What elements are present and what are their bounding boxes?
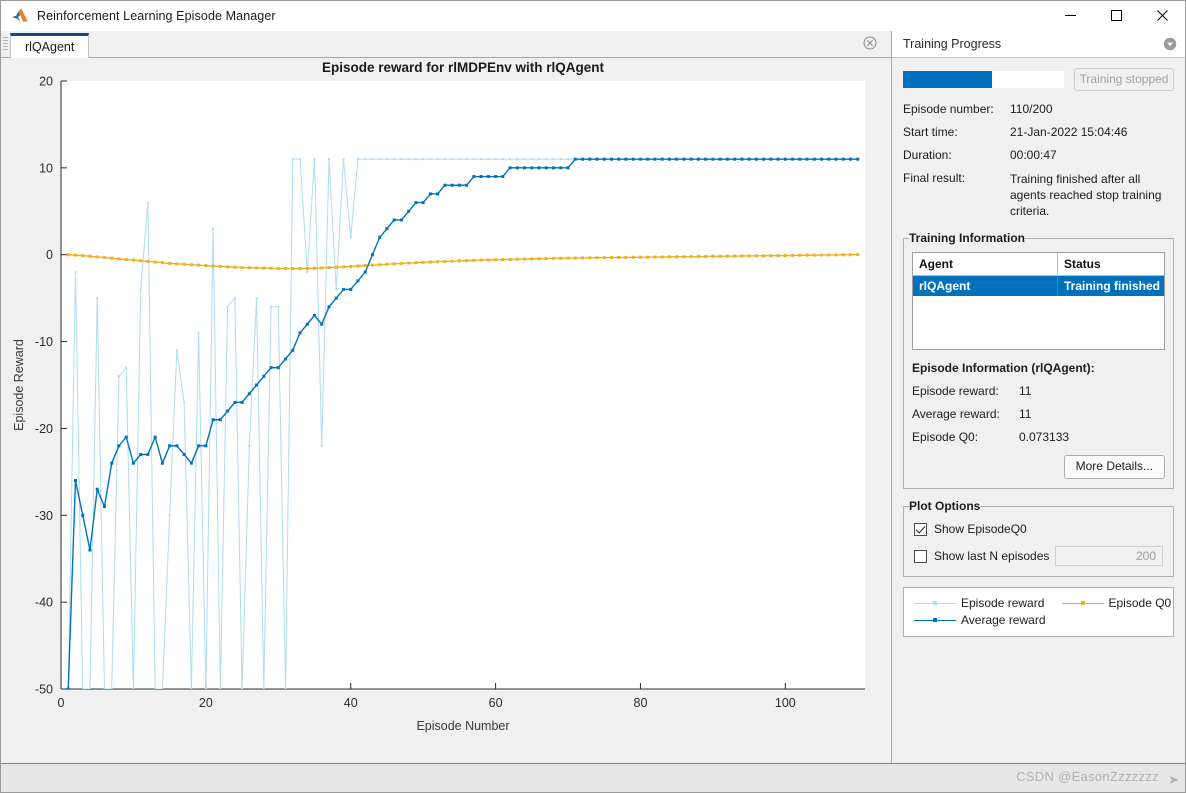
episode-number-label: Episode number:	[903, 102, 994, 116]
close-button[interactable]	[1139, 1, 1185, 30]
final-result-label: Final result:	[903, 171, 966, 185]
chart-svg: Episode reward for rlMDPEnv with rlQAgen…	[1, 58, 890, 760]
tab-drag-grip[interactable]	[1, 31, 10, 57]
cell-status: Training finished	[1064, 279, 1161, 293]
tab-label: rlQAgent	[25, 40, 75, 54]
chart-container: Episode reward for rlMDPEnv with rlQAgen…	[1, 58, 891, 763]
matlab-icon	[11, 8, 29, 24]
episode-number-value: 110/200	[1010, 102, 1053, 116]
plot-options-legend: Plot Options	[909, 499, 981, 513]
minimize-button[interactable]	[1047, 1, 1093, 30]
chevron-down-circle-icon[interactable]	[1163, 37, 1177, 51]
table-header-row: Agent Status	[913, 253, 1164, 276]
panel-title: Training Progress	[903, 37, 1002, 51]
episode-reward-value: 11	[1019, 384, 1032, 398]
chart-legend-box: Episode reward Episode Q0 Average reward	[903, 587, 1174, 637]
svg-text:10: 10	[39, 161, 53, 175]
show-last-n-checkbox[interactable]	[914, 549, 927, 563]
document-pane: rlQAgent Episode reward for rlMDPEnv wit…	[1, 31, 892, 763]
episode-q0-value: 0.073133	[1019, 430, 1070, 444]
progress-row: Training stopped	[903, 68, 1174, 91]
plot-options-group: Plot Options Show EpisodeQ0 Show last N …	[903, 499, 1174, 577]
final-result-value: Training finished after all agents reach…	[1010, 172, 1162, 218]
document-tab-bar: rlQAgent	[1, 31, 891, 58]
episode-information-fields: Episode reward: 11 Average reward: 11 Ep…	[912, 384, 1165, 444]
training-stopped-button[interactable]: Training stopped	[1074, 68, 1174, 91]
svg-text:-30: -30	[35, 509, 53, 523]
svg-text:-50: -50	[35, 683, 53, 697]
svg-text:0: 0	[58, 696, 65, 710]
column-header-status: Status	[1064, 257, 1101, 271]
show-episode-q0-label: Show EpisodeQ0	[934, 522, 1027, 536]
training-summary-fields: Episode number: 110/200 Start time: 21-J…	[903, 102, 1174, 219]
legend-item-average-reward: Average reward	[914, 613, 1046, 627]
duration-label: Duration:	[903, 148, 952, 162]
episode-q0-label: Episode Q0:	[912, 430, 979, 444]
show-episode-q0-row[interactable]: Show EpisodeQ0	[914, 522, 1163, 536]
show-episode-q0-checkbox[interactable]	[914, 522, 927, 536]
svg-text:20: 20	[39, 75, 53, 89]
peek-icons	[277, 791, 359, 792]
svg-text:100: 100	[775, 696, 796, 710]
svg-text:20: 20	[199, 696, 213, 710]
progress-bar-fill	[903, 71, 992, 88]
table-row[interactable]: rlQAgent Training finished	[913, 276, 1164, 296]
episode-reward-label: Episode reward:	[912, 384, 999, 398]
bottom-strip: CSDN @EasonZzzzzzz ➤	[1, 763, 1185, 792]
last-n-episodes-input[interactable]: 200	[1055, 546, 1163, 566]
average-reward-value: 11	[1019, 407, 1032, 421]
window-controls	[1047, 1, 1185, 30]
close-document-icon[interactable]	[863, 36, 877, 50]
legend-label-episode-q0: Episode Q0	[1108, 596, 1172, 610]
training-information-legend: Training Information	[909, 231, 1025, 245]
panel-body: Training stopped Episode number: 110/200…	[892, 58, 1185, 763]
cursor-arrow-icon: ➤	[1168, 772, 1179, 787]
column-header-agent: Agent	[913, 253, 1058, 275]
svg-text:0: 0	[46, 248, 53, 262]
window-title: Reinforcement Learning Episode Manager	[37, 8, 276, 23]
show-last-n-row[interactable]: Show last N episodes 200	[914, 546, 1163, 566]
svg-text:40: 40	[344, 696, 358, 710]
start-time-label: Start time:	[903, 125, 958, 139]
episode-manager-window: Reinforcement Learning Episode Manager r…	[0, 0, 1186, 793]
svg-text:-40: -40	[35, 596, 53, 610]
legend-label-average-reward: Average reward	[961, 613, 1046, 627]
window-body: rlQAgent Episode reward for rlMDPEnv wit…	[1, 31, 1185, 763]
training-progress-bar	[903, 71, 1064, 88]
svg-text:Episode reward for rlMDPEnv wi: Episode reward for rlMDPEnv with rlQAgen…	[322, 60, 605, 75]
svg-text:Episode Reward: Episode Reward	[12, 339, 26, 431]
svg-text:-20: -20	[35, 422, 53, 436]
more-details-button[interactable]: More Details...	[1063, 455, 1165, 479]
duration-value: 00:00:47	[1010, 148, 1057, 162]
legend-item-episode-q0: Episode Q0	[1061, 596, 1172, 610]
episode-reward-chart: Episode reward for rlMDPEnv with rlQAgen…	[1, 58, 891, 763]
svg-text:Episode Number: Episode Number	[416, 719, 509, 733]
csdn-watermark: CSDN @EasonZzzzzzz	[1016, 769, 1159, 784]
peek-icon-left	[277, 791, 292, 792]
maximize-button[interactable]	[1093, 1, 1139, 30]
episode-information-title: Episode Information (rlQAgent):	[912, 361, 1095, 375]
start-time-value: 21-Jan-2022 15:04:46	[1010, 125, 1128, 139]
legend-label-episode-reward: Episode reward	[961, 596, 1045, 610]
title-bar: Reinforcement Learning Episode Manager	[1, 1, 1185, 31]
legend-swatch-average-reward	[914, 616, 956, 625]
tab-rlqagent[interactable]: rlQAgent	[10, 33, 90, 58]
svg-text:80: 80	[634, 696, 648, 710]
svg-text:60: 60	[489, 696, 503, 710]
legend-item-episode-reward: Episode reward	[914, 596, 1046, 610]
agent-status-table[interactable]: Agent Status rlQAgent Training finished	[912, 252, 1165, 350]
legend-swatch-episode-q0	[1061, 599, 1104, 608]
training-information-group: Training Information Agent Status rlQAge…	[903, 231, 1174, 489]
show-last-n-label: Show last N episodes	[934, 549, 1050, 563]
training-progress-panel: Training Progress Training stopped Episo…	[892, 31, 1185, 763]
legend-swatch-episode-reward	[914, 599, 956, 608]
svg-text:-10: -10	[35, 335, 53, 349]
panel-header: Training Progress	[892, 31, 1185, 58]
peek-icon-right	[344, 791, 359, 792]
cell-agent: rlQAgent	[913, 276, 1058, 296]
average-reward-label: Average reward:	[912, 407, 1000, 421]
